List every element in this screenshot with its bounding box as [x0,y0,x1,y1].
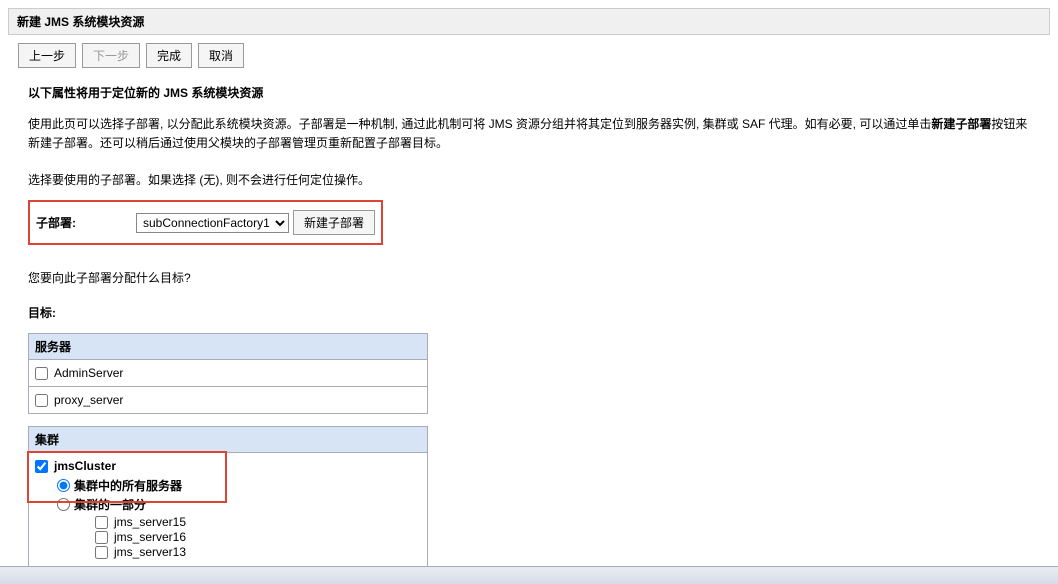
radio-all-label: 集群中的所有服务器 [74,477,182,494]
subdeployment-highlight: 子部署: subConnectionFactory1 新建子部署 [28,200,383,245]
server-checkbox[interactable] [35,367,48,380]
table-row: proxy_server [29,387,428,414]
desc-bold: 新建子部署 [931,117,991,131]
radio-all-servers[interactable] [57,479,70,492]
instruction-text: 选择要使用的子部署。如果选择 (无), 则不会进行任何定位操作。 [28,171,1030,188]
server-item-adminserver[interactable]: AdminServer [35,366,421,380]
taskbar [0,566,1058,584]
part-server-name: jms_server13 [114,545,186,559]
clusters-table: 集群 jmsCluster 集群中的所有服务器 集群的一部分 [28,426,428,567]
description-text: 使用此页可以选择子部署, 以分配此系统模块资源。子部署是一种机制, 通过此机制可… [28,115,1030,153]
page-title: 新建 JMS 系统模块资源 [8,8,1050,35]
server-item-proxy[interactable]: proxy_server [35,393,421,407]
finish-button[interactable]: 完成 [146,43,192,68]
radio-part-cluster[interactable] [57,498,70,511]
next-button: 下一步 [82,43,140,68]
server-name: AdminServer [54,366,123,380]
cluster-name: jmsCluster [54,459,116,473]
clusters-header: 集群 [29,427,428,453]
servers-table: 服务器 AdminServer proxy_server [28,333,428,414]
subdeployment-select[interactable]: subConnectionFactory1 [136,213,289,233]
radio-part-label: 集群的一部分 [74,496,146,513]
server-name: proxy_server [54,393,123,407]
table-row: AdminServer [29,360,428,387]
servers-header: 服务器 [29,334,428,360]
desc-pre: 使用此页可以选择子部署, 以分配此系统模块资源。子部署是一种机制, 通过此机制可… [28,117,931,131]
targets-label: 目标: [28,304,1030,321]
wizard-buttons: 上一步 下一步 完成 取消 [0,35,1058,76]
subdeployment-label: 子部署: [36,214,76,231]
cancel-button[interactable]: 取消 [198,43,244,68]
assign-question: 您要向此子部署分配什么目标? [28,269,1030,286]
part-server-name: jms_server16 [114,530,186,544]
part-server-checkbox[interactable] [95,516,108,529]
server-checkbox[interactable] [35,394,48,407]
part-server-checkbox[interactable] [95,546,108,559]
prev-button[interactable]: 上一步 [18,43,76,68]
cluster-cell: jmsCluster 集群中的所有服务器 集群的一部分 jms_ser [29,453,428,567]
section-heading: 以下属性将用于定位新的 JMS 系统模块资源 [28,84,1030,101]
part-server-name: jms_server15 [114,515,186,529]
cluster-checkbox[interactable] [35,460,48,473]
part-server-checkbox[interactable] [95,531,108,544]
create-subdeployment-button[interactable]: 新建子部署 [293,210,375,235]
